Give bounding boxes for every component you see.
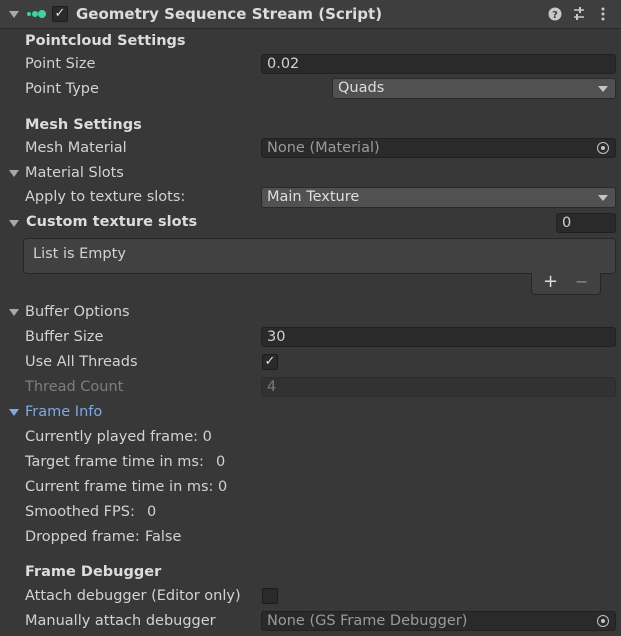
object-picker-icon[interactable] [597, 142, 609, 154]
component-enabled-checkbox[interactable]: ✓ [52, 6, 68, 22]
component-foldout-arrow-icon[interactable] [9, 11, 19, 18]
presets-icon[interactable] [572, 6, 586, 22]
current-frame-time-value: 0 [218, 479, 228, 495]
currently-played-frame: Currently played frame: 0 [25, 429, 212, 445]
material-slots-foldout-icon[interactable] [9, 170, 19, 177]
manual-debugger-field[interactable]: None (GS Frame Debugger) [261, 611, 616, 631]
buffer-size-label: Buffer Size [25, 329, 104, 345]
svg-text:?: ? [552, 10, 558, 21]
point-type-dropdown[interactable]: Quads [332, 78, 616, 99]
use-all-threads-label: Use All Threads [25, 354, 138, 370]
point-type-label: Point Type [25, 81, 99, 97]
mesh-material-field[interactable]: None (Material) [261, 138, 616, 158]
frame-debugger-heading: Frame Debugger [25, 564, 162, 580]
help-icon[interactable]: ? [548, 7, 562, 21]
object-picker-icon[interactable] [597, 615, 609, 627]
list-empty-text: List is Empty [33, 246, 126, 262]
apply-texture-slots-label: Apply to texture slots: [25, 189, 186, 205]
point-size-label: Point Size [25, 56, 96, 72]
pointcloud-settings-heading: Pointcloud Settings [25, 33, 186, 49]
current-frame-time-label: Current frame time in ms: [25, 479, 214, 495]
kebab-menu-icon[interactable] [600, 6, 606, 22]
buffer-size-input[interactable]: 30 [261, 327, 616, 347]
dropped-frame-value: False [145, 529, 182, 545]
mesh-settings-heading: Mesh Settings [25, 117, 142, 133]
attach-debugger-checkbox[interactable] [262, 588, 278, 604]
mesh-material-value: None (Material) [267, 140, 380, 156]
thread-count-input: 4 [261, 377, 616, 397]
use-all-threads-checkbox[interactable]: ✓ [262, 354, 278, 370]
buffer-options-heading[interactable]: Buffer Options [25, 304, 130, 320]
smoothed-fps-label: Smoothed FPS: [25, 504, 135, 520]
check-icon: ✓ [54, 6, 66, 21]
dropdown-arrow-icon [598, 195, 608, 201]
frame-info-heading[interactable]: Frame Info [25, 404, 102, 420]
list-footer [531, 273, 601, 295]
check-icon: ✓ [264, 354, 276, 369]
apply-texture-slots-value: Main Texture [267, 189, 360, 205]
thread-count-label: Thread Count [25, 379, 124, 395]
manual-debugger-value: None (GS Frame Debugger) [267, 613, 468, 629]
smoothed-fps-value: 0 [147, 504, 157, 520]
buffer-options-foldout-icon[interactable] [9, 309, 19, 316]
component-script-icon [27, 10, 46, 18]
custom-texture-slots-heading[interactable]: Custom texture slots [26, 214, 197, 230]
component-title: Geometry Sequence Stream (Script) [76, 5, 383, 23]
mesh-material-label: Mesh Material [25, 140, 127, 156]
target-frame-time-value: 0 [216, 454, 226, 470]
apply-texture-slots-dropdown[interactable]: Main Texture [261, 187, 616, 208]
list-remove-button[interactable]: − [575, 272, 588, 291]
custom-texture-slots-count[interactable]: 0 [556, 213, 616, 233]
dropdown-arrow-icon [598, 86, 608, 92]
attach-debugger-label: Attach debugger (Editor only) [25, 588, 241, 604]
material-slots-heading[interactable]: Material Slots [25, 165, 124, 181]
point-size-input[interactable]: 0.02 [261, 54, 616, 74]
custom-texture-slots-foldout-icon[interactable] [9, 220, 19, 227]
dropped-frame-label: Dropped frame: [25, 529, 140, 545]
target-frame-time-label: Target frame time in ms: [25, 454, 204, 470]
manual-debugger-label: Manually attach debugger [25, 613, 216, 629]
list-add-button[interactable]: + [543, 271, 558, 292]
frame-info-foldout-icon[interactable] [9, 409, 19, 416]
point-type-value: Quads [338, 80, 385, 96]
